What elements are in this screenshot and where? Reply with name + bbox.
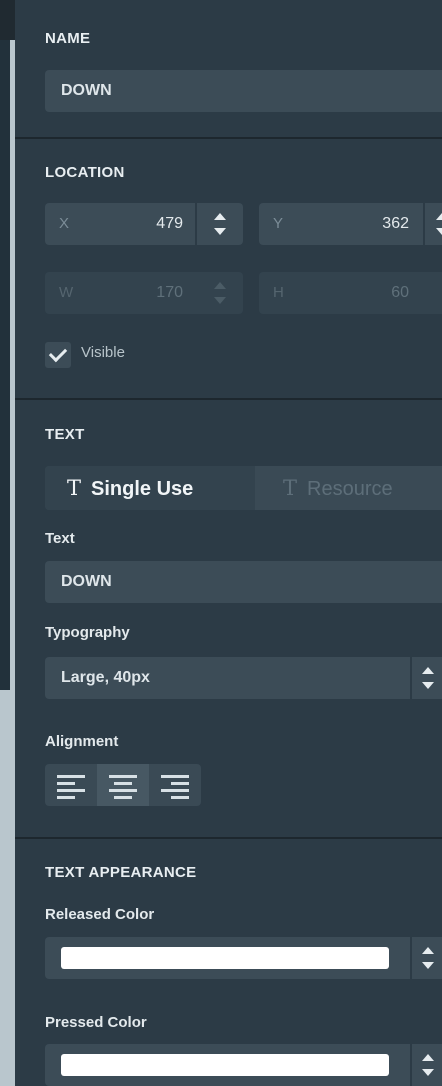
chevron-down-icon [422,1069,434,1076]
decrement-icon[interactable] [214,228,226,235]
typography-spin[interactable] [410,657,442,699]
pressed-color-spin[interactable] [410,1044,442,1086]
section-divider [15,398,442,400]
decrement-icon [214,297,226,304]
typography-value: Large, 40px [61,669,150,686]
increment-icon[interactable] [436,213,442,220]
y-spin-buttons[interactable] [423,203,442,245]
increment-icon [214,282,226,289]
pressed-color-picker[interactable] [45,1044,442,1086]
single-use-label: Single Use [91,478,194,500]
w-value: 170 [156,284,183,301]
pressed-color-label: Pressed Color [45,1014,147,1031]
location-section-title: LOCATION [45,164,125,181]
w-spin-buttons [195,272,243,314]
alignment-label: Alignment [45,733,119,750]
visible-checkbox[interactable] [45,342,71,368]
left-edge-strip [0,0,15,1086]
section-divider [15,137,442,139]
name-section-title: NAME [45,30,91,47]
released-color-swatch[interactable] [61,947,389,969]
typography-select[interactable]: Large, 40px [45,657,442,699]
chevron-down-icon [422,962,434,969]
text-type-icon: T [67,476,82,500]
increment-icon[interactable] [214,213,226,220]
x-label: X [59,215,70,232]
text-label: Text [45,530,75,547]
chevron-up-icon [422,667,434,674]
released-color-spin[interactable] [410,937,442,979]
h-value: 60 [391,284,409,301]
released-color-picker[interactable] [45,937,442,979]
x-stepper[interactable]: X 479 [45,203,243,245]
text-input[interactable]: DOWN [45,561,442,603]
typography-label: Typography [45,624,130,641]
released-color-label: Released Color [45,906,155,923]
text-section-title: TEXT [45,426,85,443]
pressed-color-swatch[interactable] [61,1054,389,1076]
text-source-toggle[interactable]: T Single Use T Resource [45,466,442,510]
alignment-toggle-group[interactable] [45,764,201,806]
w-label: W [59,284,74,301]
align-center-button[interactable] [97,764,149,806]
y-stepper[interactable]: Y 362 [259,203,442,245]
text-appearance-section-title: TEXT APPEARANCE [45,864,197,881]
resource-tab[interactable]: T Resource [255,466,442,510]
h-label: H [273,284,284,301]
properties-panel: NAME DOWN LOCATION X 479 Y 362 W 170 H 6… [15,0,442,1086]
name-input[interactable]: DOWN [45,70,442,112]
w-stepper: W 170 [45,272,243,314]
h-stepper: H 60 [259,272,442,314]
chevron-down-icon [422,682,434,689]
checkmark-icon [48,343,68,363]
align-right-button[interactable] [149,764,201,806]
x-value[interactable]: 479 [156,203,183,245]
single-use-tab[interactable]: T Single Use [45,466,255,510]
section-divider [15,837,442,839]
left-edge-dark-top [0,0,15,40]
x-spin-buttons[interactable] [195,203,243,245]
chevron-up-icon [422,947,434,954]
text-type-icon: T [283,476,298,500]
resource-label: Resource [307,478,393,500]
visible-label: Visible [81,344,125,361]
y-value[interactable]: 362 [382,203,409,245]
decrement-icon[interactable] [436,228,442,235]
chevron-up-icon [422,1054,434,1061]
align-left-button[interactable] [45,764,97,806]
y-label: Y [273,215,284,232]
left-edge-dark-panel [0,40,10,690]
